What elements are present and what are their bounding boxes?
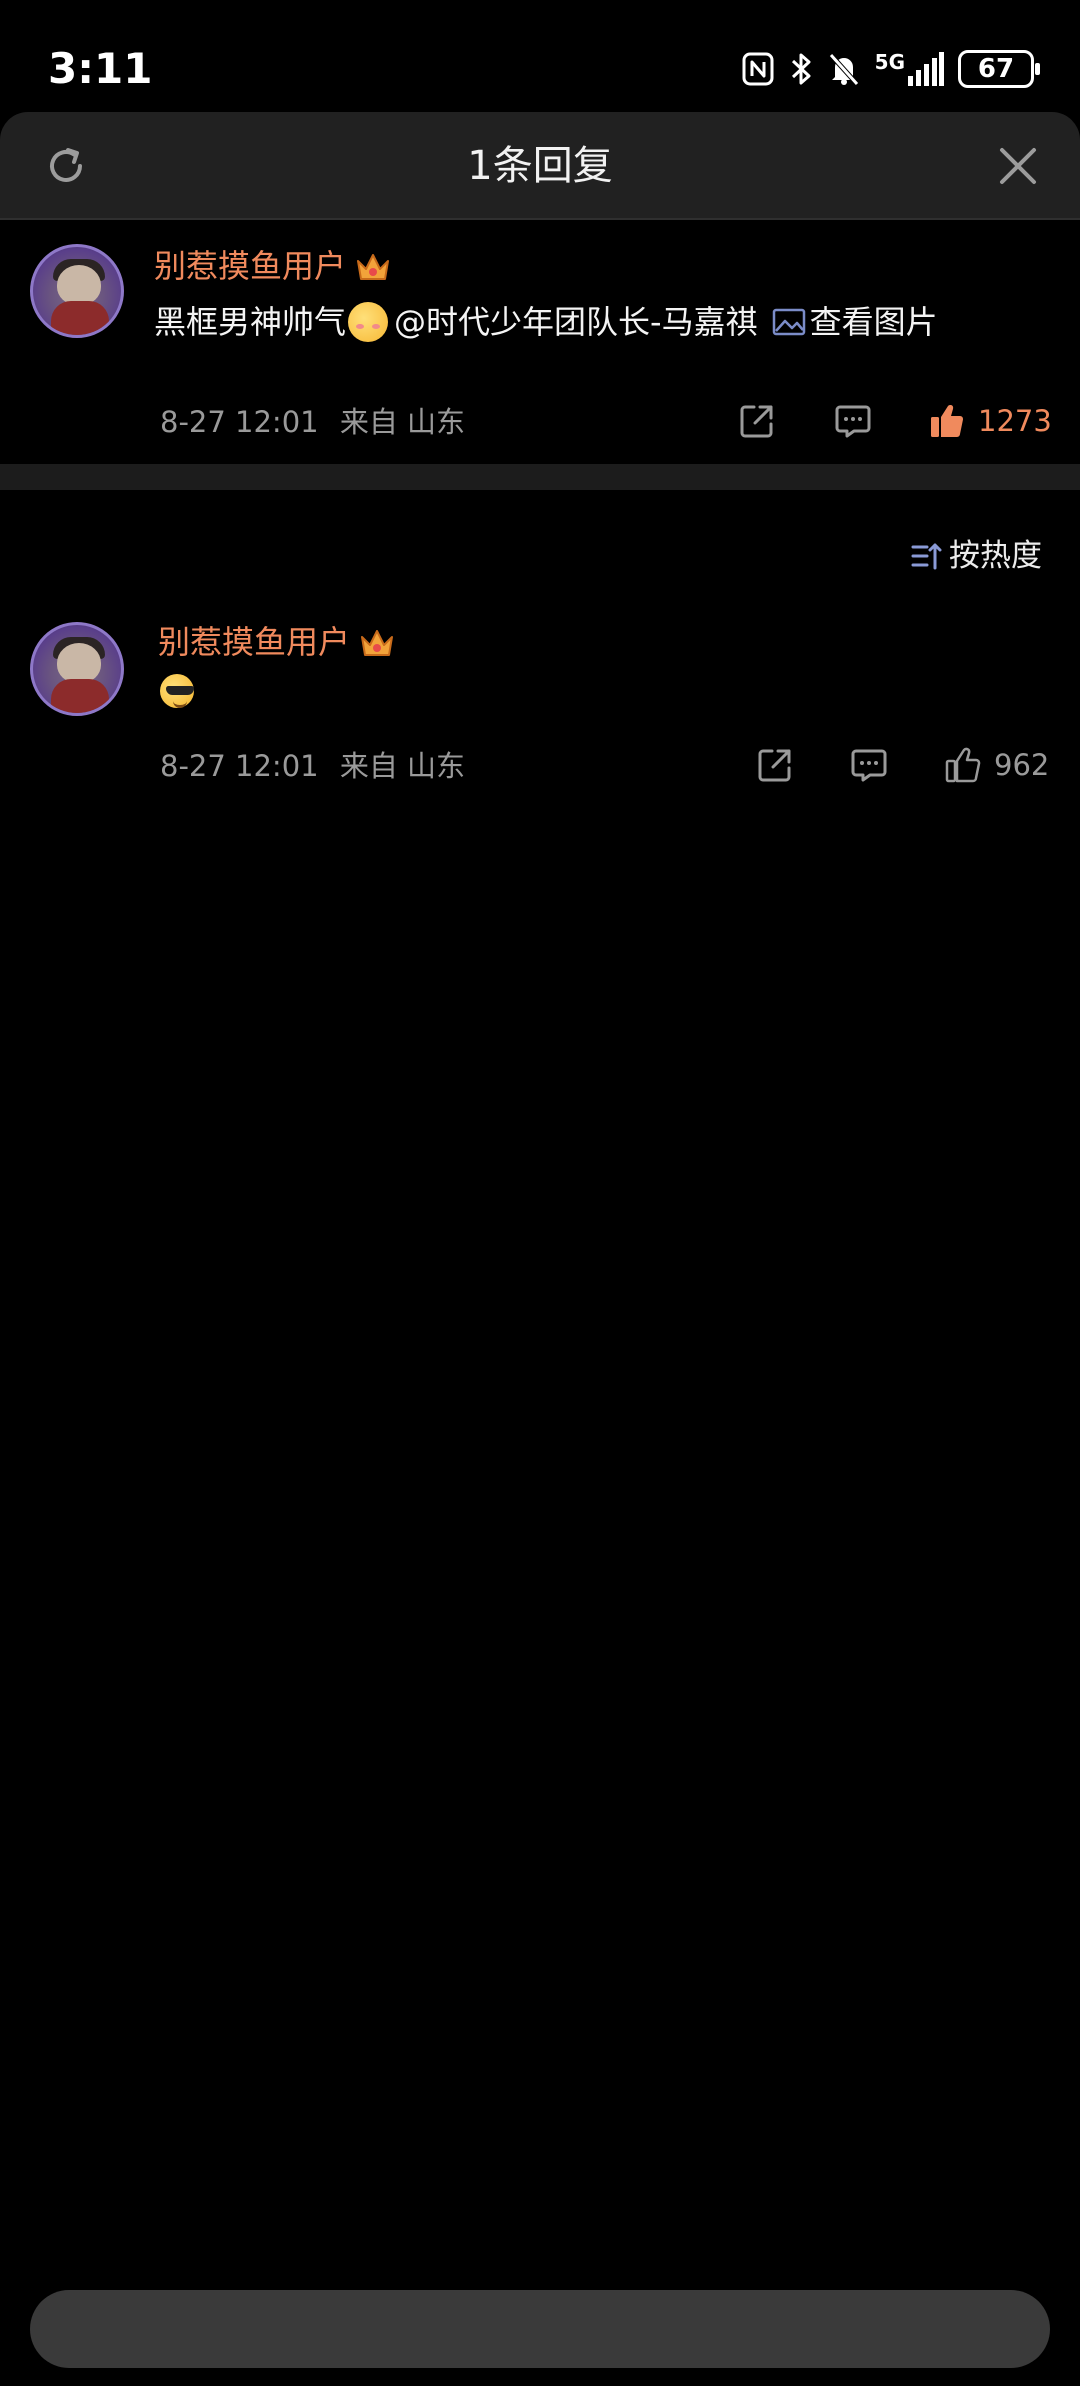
- sort-by-hot-button[interactable]: 按热度: [911, 536, 1042, 576]
- share-icon: [740, 405, 773, 438]
- comment-icon: [835, 405, 871, 438]
- nfc-icon: [742, 52, 774, 86]
- signal-icon: [908, 52, 944, 86]
- parent-comment: 别惹摸鱼用户 黑框男神帅气 @时代少年团队长-马嘉祺 查看图片 8-27 12:…: [0, 222, 1080, 464]
- comment-body: 黑框男神帅气: [154, 303, 347, 341]
- reply-location: 来自 山东: [339, 749, 466, 783]
- battery-icon: 67: [958, 50, 1040, 88]
- comment-button[interactable]: [834, 402, 872, 440]
- thumbs-up-filled-icon: [931, 405, 964, 437]
- close-button[interactable]: [992, 140, 1044, 192]
- reply-text: [158, 674, 196, 708]
- share-icon: [758, 749, 791, 782]
- like-button[interactable]: 1273: [928, 402, 1052, 440]
- thumbs-up-icon: [945, 747, 981, 783]
- comment-icon: [851, 749, 887, 782]
- crown-badge-icon: [361, 630, 394, 656]
- view-image-label: 查看图片: [809, 303, 938, 341]
- network-indicator: 5G: [875, 52, 944, 86]
- sheet-title: 1条回复: [467, 143, 613, 189]
- username-text: 别惹摸鱼用户: [154, 247, 347, 285]
- reply-item: 别惹摸鱼用户 8-27 12:01 来自 山东 962: [0, 600, 1080, 800]
- avatar[interactable]: [30, 622, 124, 716]
- sheet-header: 1条回复: [0, 112, 1080, 220]
- comment-location: 来自 山东: [339, 405, 466, 439]
- reply-input[interactable]: [30, 2290, 1050, 2368]
- reply-timestamp: 8-27 12:01: [160, 749, 319, 783]
- mention-link[interactable]: @时代少年团队长-马嘉祺: [394, 300, 758, 344]
- comment-button[interactable]: [850, 746, 888, 784]
- section-divider: [0, 464, 1080, 490]
- image-icon: [772, 308, 805, 336]
- sort-label: 按热度: [949, 538, 1042, 574]
- bluetooth-icon: [791, 53, 811, 85]
- comment-text: 黑框男神帅气 @时代少年团队长-马嘉祺 查看图片: [154, 300, 938, 344]
- reply-sheet-page: 3:11 5G 67 1条回复 别惹摸鱼用户 黑框男神帅气 @时代少年团队长-马…: [0, 0, 1080, 2386]
- share-button[interactable]: [738, 402, 776, 440]
- crown-badge-icon: [357, 254, 390, 280]
- mute-bell-icon: [828, 53, 859, 86]
- like-count: 1273: [978, 404, 1052, 438]
- network-type: 5G: [874, 50, 905, 74]
- username[interactable]: 别惹摸鱼用户: [154, 246, 392, 286]
- status-icons: 5G 67: [741, 44, 1040, 94]
- avatar[interactable]: [30, 244, 124, 338]
- status-clock: 3:11: [48, 44, 153, 93]
- sort-icon: [911, 543, 942, 570]
- sunglasses-emoji-icon: [160, 674, 194, 708]
- username-text: 别惹摸鱼用户: [158, 623, 351, 661]
- comment-meta: 8-27 12:01 来自 山东: [160, 404, 465, 440]
- battery-level: 67: [977, 54, 1015, 84]
- like-count: 962: [994, 748, 1050, 782]
- close-icon: [1000, 148, 1036, 184]
- status-bar: 3:11 5G 67: [0, 0, 1080, 112]
- comment-timestamp: 8-27 12:01: [160, 405, 319, 439]
- like-button[interactable]: 962: [944, 746, 1049, 784]
- blush-emoji-icon: [348, 302, 389, 342]
- username[interactable]: 别惹摸鱼用户: [158, 622, 396, 662]
- view-image-link[interactable]: 查看图片: [772, 300, 938, 344]
- reply-meta: 8-27 12:01 来自 山东: [160, 748, 465, 784]
- share-button[interactable]: [756, 746, 794, 784]
